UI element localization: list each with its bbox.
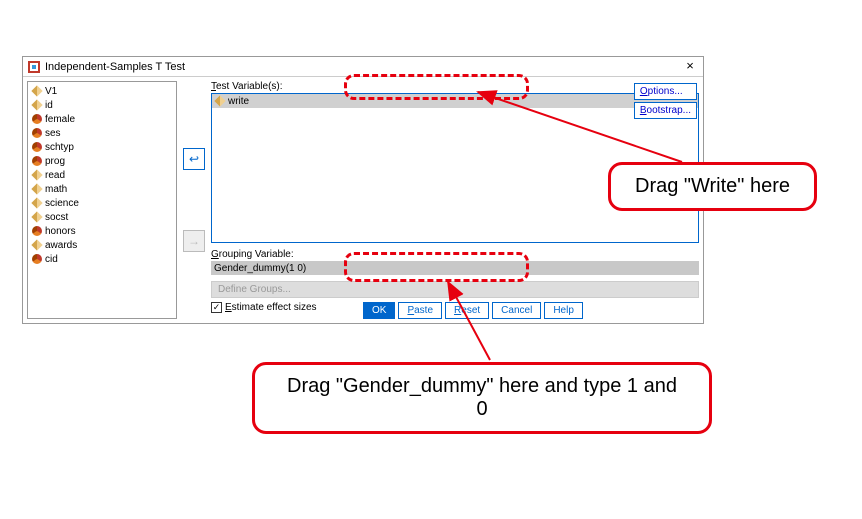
nominal-icon	[32, 254, 42, 264]
variable-name: V1	[45, 86, 57, 97]
variable-name: schtyp	[45, 142, 74, 153]
nominal-icon	[32, 142, 42, 152]
estimate-label: Estimate effect sizes	[225, 302, 317, 313]
ruler-icon	[214, 95, 225, 106]
move-to-test-button[interactable]: ↩	[183, 148, 205, 170]
define-groups-button[interactable]: Define Groups...	[211, 281, 699, 298]
ok-button[interactable]: OK	[363, 302, 395, 319]
ruler-icon	[31, 99, 42, 110]
grouping-variable-box[interactable]: Gender_dummy(1 0)	[211, 261, 699, 275]
side-buttons: Options... Bootstrap...	[634, 83, 697, 119]
variable-name: science	[45, 198, 79, 209]
variable-item[interactable]: cid	[30, 252, 174, 266]
dialog-body: V1 id female ses schtyp prog read math science so…	[23, 77, 703, 323]
variable-item[interactable]: female	[30, 112, 174, 126]
reset-button[interactable]: Reset	[445, 302, 489, 319]
variable-list[interactable]: V1 id female ses schtyp prog read math science so…	[27, 81, 177, 319]
nominal-icon	[32, 156, 42, 166]
variable-item[interactable]: science	[30, 196, 174, 210]
variable-item[interactable]: read	[30, 168, 174, 182]
variable-item[interactable]: math	[30, 182, 174, 196]
paste-button[interactable]: Paste	[398, 302, 442, 319]
app-icon	[27, 60, 41, 74]
variable-name: honors	[45, 226, 76, 237]
nominal-icon	[32, 226, 42, 236]
bottom-bar: OK Paste Reset Cancel Help	[363, 302, 583, 319]
variable-item[interactable]: awards	[30, 238, 174, 252]
nominal-icon	[32, 128, 42, 138]
nominal-icon	[32, 114, 42, 124]
titlebar: Independent-Samples T Test ×	[23, 57, 703, 77]
help-button[interactable]: Help	[544, 302, 583, 319]
ruler-icon	[31, 211, 42, 222]
options-button[interactable]: Options...	[634, 83, 697, 100]
grouping-variable-field[interactable]: Gender_dummy(1 0)	[211, 261, 699, 275]
move-to-grouping-button[interactable]: →	[183, 230, 205, 252]
ttest-dialog: Independent-Samples T Test × V1 id female s…	[22, 56, 704, 324]
callout1-text: Drag "Write" here	[635, 175, 790, 197]
callout2-text: Drag "Gender_dummy" here and type 1 and …	[287, 375, 677, 420]
transfer-buttons: ↩ →	[177, 81, 211, 319]
variable-name: math	[45, 184, 67, 195]
ruler-icon	[31, 239, 42, 250]
variable-item[interactable]: V1	[30, 84, 174, 98]
grouping-var-text: Gender_dummy(1 0)	[214, 263, 306, 274]
estimate-checkbox[interactable]: ✓	[211, 302, 222, 313]
variable-item[interactable]: id	[30, 98, 174, 112]
annotation-callout-gender: Drag "Gender_dummy" here and type 1 and …	[252, 362, 712, 434]
variable-item[interactable]: honors	[30, 224, 174, 238]
variable-item[interactable]: ses	[30, 126, 174, 140]
variable-item[interactable]: prog	[30, 154, 174, 168]
variable-name: awards	[45, 240, 77, 251]
ruler-icon	[31, 85, 42, 96]
grouping-variable-label: Grouping Variable:	[211, 249, 699, 260]
variable-item[interactable]: schtyp	[30, 140, 174, 154]
test-variables-label: Test Variable(s):	[211, 81, 699, 92]
variable-name: id	[45, 100, 53, 111]
variable-name: cid	[45, 254, 58, 265]
variable-name: read	[45, 170, 65, 181]
variable-name: socst	[45, 212, 68, 223]
variable-name: female	[45, 114, 75, 125]
dialog-title: Independent-Samples T Test	[45, 61, 185, 73]
ruler-icon	[31, 183, 42, 194]
bootstrap-button[interactable]: Bootstrap...	[634, 102, 697, 119]
close-button[interactable]: ×	[681, 58, 699, 76]
test-var-name: write	[228, 96, 249, 107]
ruler-icon	[31, 169, 42, 180]
cancel-button[interactable]: Cancel	[492, 302, 541, 319]
annotation-callout-write: Drag "Write" here	[608, 162, 817, 211]
variable-name: prog	[45, 156, 65, 167]
ruler-icon	[31, 197, 42, 208]
selected-test-variable[interactable]: write	[212, 94, 698, 108]
variable-item[interactable]: socst	[30, 210, 174, 224]
variable-name: ses	[45, 128, 61, 139]
